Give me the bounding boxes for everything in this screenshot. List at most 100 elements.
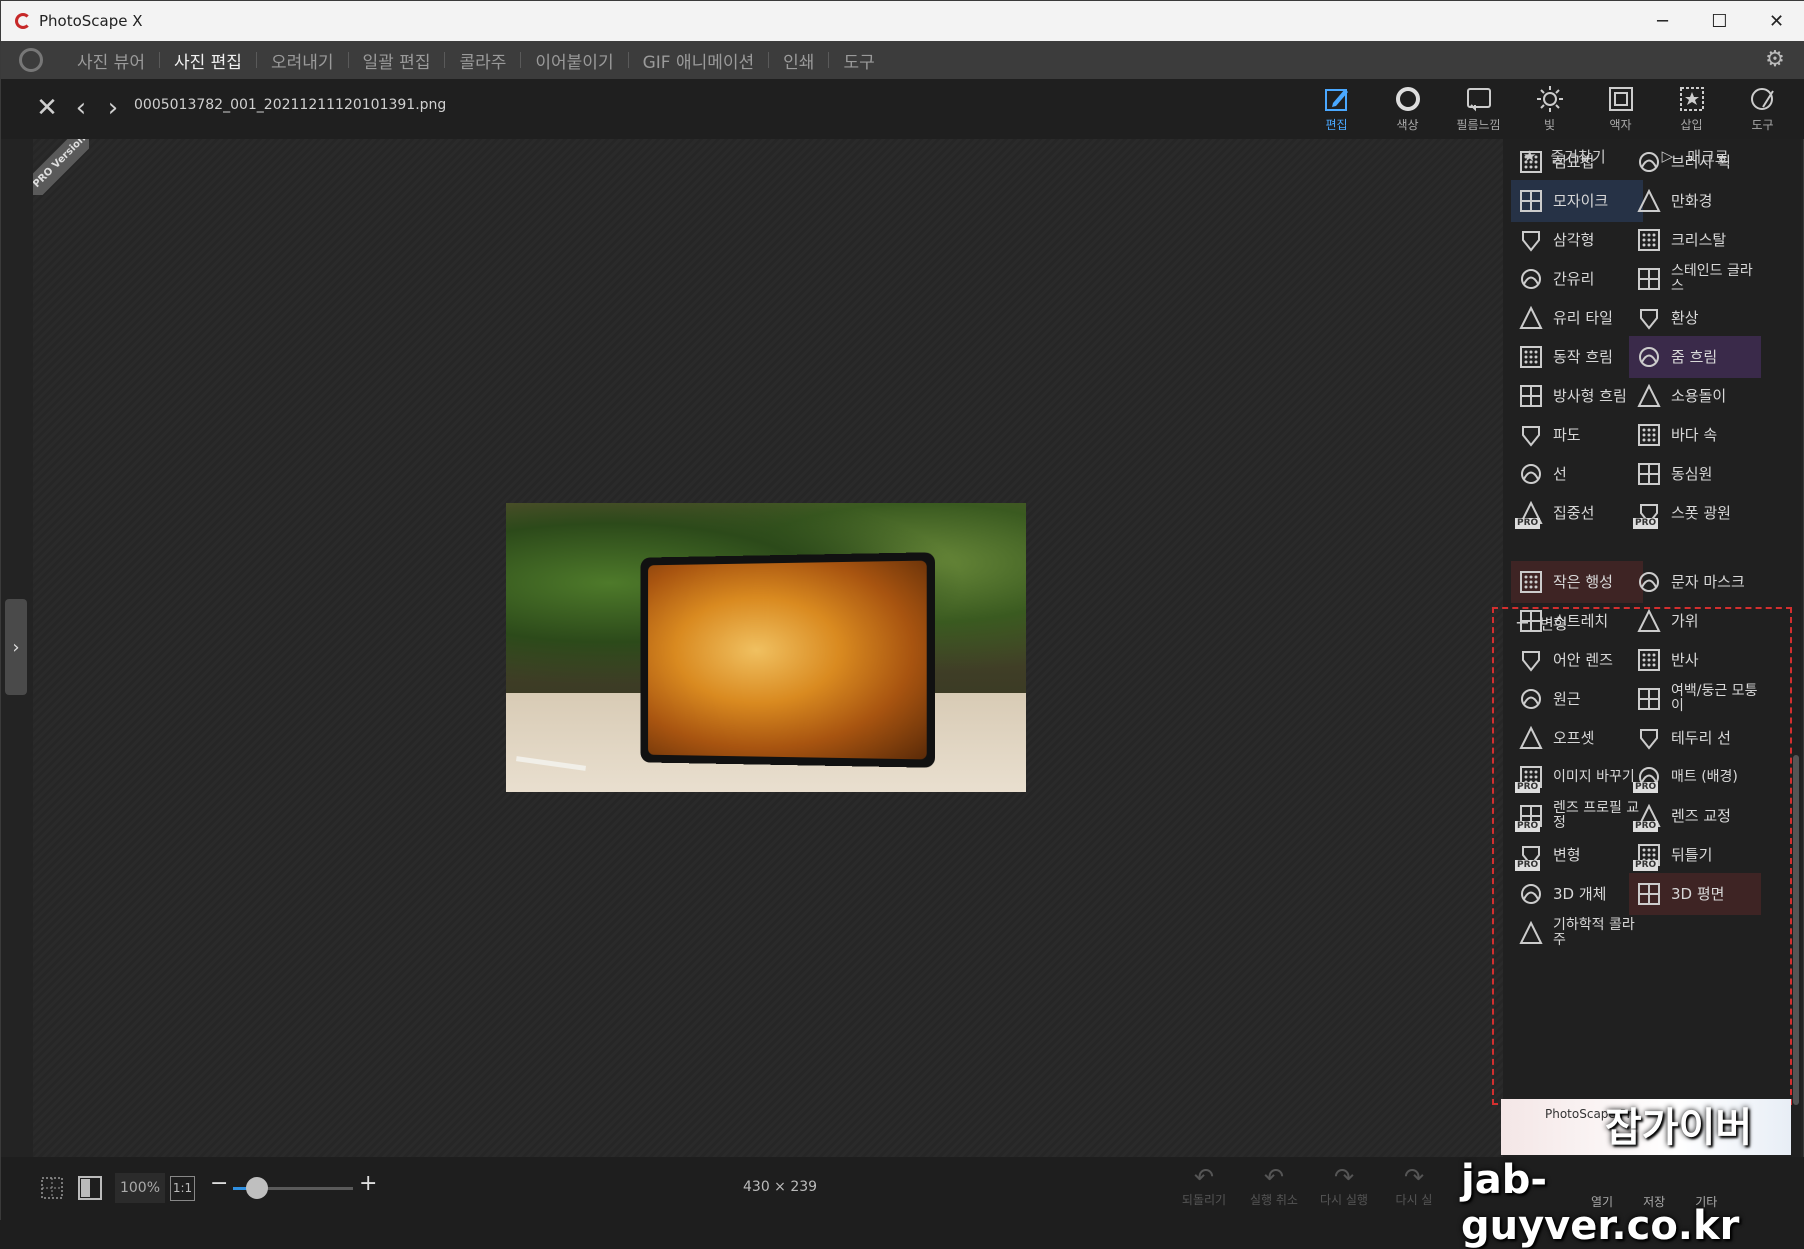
menu-print[interactable]: 인쇄 — [769, 48, 828, 73]
effect-item[interactable]: 모자이크 — [1511, 180, 1643, 222]
menu-cut-out[interactable]: 오려내기 — [257, 48, 348, 73]
color-circle-icon — [1393, 84, 1423, 114]
zoom-in-button[interactable]: + — [359, 1171, 377, 1196]
redo-icon: ↷ — [1333, 1163, 1355, 1191]
tab-color[interactable]: 색상 — [1372, 79, 1443, 139]
menu-tools[interactable]: 도구 — [829, 48, 888, 73]
zoom-out-button[interactable]: − — [210, 1171, 228, 1196]
menu-gif-animation[interactable]: GIF 애니메이션 — [629, 48, 769, 73]
tab-film[interactable]: 필름느낌 — [1443, 79, 1514, 139]
effect-item[interactable]: 삼각형 — [1511, 219, 1643, 261]
effect-label: 파도 — [1553, 425, 1581, 444]
effect-item[interactable]: PRO 집중선 — [1511, 492, 1643, 534]
effect-icon — [1519, 423, 1543, 447]
effect-item[interactable]: 동작 흐림 — [1511, 336, 1643, 378]
close-window-button[interactable]: ✕ — [1748, 1, 1804, 41]
tab-tools[interactable]: 도구 — [1727, 79, 1798, 139]
actual-size-button[interactable]: 1:1 — [170, 1176, 195, 1201]
effect-label: 모자이크 — [1553, 191, 1609, 210]
menu-batch[interactable]: 일괄 편집 — [349, 48, 445, 73]
revert-button[interactable]: ↶ 되돌리기 — [1169, 1163, 1239, 1208]
effect-item[interactable]: 간유리 — [1511, 258, 1643, 300]
history-actions: ↶ 되돌리기 ↶ 실행 취소 ↷ 다시 실행 ↷ 다시 실 — [1169, 1163, 1449, 1208]
effect-item[interactable]: 문자 마스크 — [1629, 561, 1761, 603]
panel-scrollbar[interactable] — [1793, 755, 1799, 1105]
app-logo-icon — [15, 13, 31, 29]
effect-item[interactable]: 방사형 흐림 — [1511, 375, 1643, 417]
effect-label: 동작 흐림 — [1553, 347, 1613, 366]
effect-icon — [1637, 267, 1661, 291]
pro-tag: PRO — [1633, 518, 1659, 529]
effect-label: 스폿 광원 — [1671, 503, 1731, 522]
undo-button[interactable]: ↶ 실행 취소 — [1239, 1163, 1309, 1208]
zoom-percent[interactable]: 100% — [115, 1173, 165, 1203]
pro-tag: PRO — [1515, 518, 1541, 529]
effect-label: 선 — [1553, 464, 1567, 483]
expand-sidebar-button[interactable]: › — [5, 599, 27, 695]
tool-tabs: 편집 색상 필름느낌 빛 액자 삽입 도구 — [1301, 79, 1798, 139]
effect-item[interactable]: 작은 행성 — [1511, 561, 1643, 603]
highlight-box — [1492, 607, 1792, 1105]
effect-item[interactable]: 스테인드 글라스 — [1629, 258, 1761, 300]
effect-item[interactable]: 선 — [1511, 453, 1643, 495]
effect-item[interactable]: PRO 스폿 광원 — [1629, 492, 1761, 534]
zoom-slider-thumb[interactable] — [246, 1177, 268, 1199]
menu-collage[interactable]: 콜라주 — [445, 48, 520, 73]
effect-label: 집중선 — [1553, 503, 1595, 522]
edited-photo[interactable] — [506, 503, 1026, 792]
effect-label: 동심원 — [1671, 464, 1713, 483]
effect-icon — [1519, 306, 1543, 330]
effect-icon: PRO — [1515, 501, 1543, 529]
redo-all-button[interactable]: ↷ 다시 실 — [1379, 1163, 1449, 1208]
pro-version-ribbon: PRO Version — [33, 139, 89, 195]
close-image-icon[interactable]: ✕ — [33, 94, 61, 122]
effect-icon — [1519, 345, 1543, 369]
home-logo-icon[interactable] — [19, 48, 43, 72]
settings-gear-icon[interactable]: ⚙ — [1763, 48, 1787, 72]
frame-icon — [1606, 84, 1636, 114]
previous-image-icon[interactable]: ‹ — [67, 94, 95, 122]
tab-edit[interactable]: 편집 — [1301, 79, 1372, 139]
effect-icon — [1519, 570, 1543, 594]
effect-label: 줌 흐림 — [1671, 347, 1718, 366]
film-icon — [1464, 84, 1494, 114]
app-window: PhotoScape X ─ ☐ ✕ 사진 뷰어 사진 편집 오려내기 일괄 편… — [0, 0, 1804, 1249]
effect-item[interactable]: 파도 — [1511, 414, 1643, 456]
tab-insert[interactable]: 삽입 — [1656, 79, 1727, 139]
file-name: 0005013782_001_20211211120101391.png — [134, 97, 447, 113]
effect-item[interactable]: 브러시 획 — [1629, 141, 1761, 183]
menu-photo-editor[interactable]: 사진 편집 — [160, 48, 256, 73]
effect-item[interactable]: 소용돌이 — [1629, 375, 1761, 417]
watermark-url: jab-guyver.co.kr — [1461, 1157, 1740, 1249]
next-image-icon[interactable]: › — [99, 94, 127, 122]
minimize-button[interactable]: ─ — [1634, 1, 1691, 41]
effect-item[interactable]: 점묘법 — [1511, 141, 1643, 183]
effect-label: 스테인드 글라스 — [1671, 263, 1753, 294]
effect-item[interactable]: 바다 속 — [1629, 414, 1761, 456]
effect-icon: PRO — [1633, 501, 1661, 529]
selection-grid-icon[interactable] — [39, 1175, 65, 1201]
menu-combine[interactable]: 이어붙이기 — [521, 48, 627, 73]
effect-icon — [1637, 570, 1661, 594]
zoom-slider[interactable] — [233, 1177, 353, 1199]
effect-label: 문자 마스크 — [1671, 572, 1745, 591]
effect-item[interactable]: 동심원 — [1629, 453, 1761, 495]
effect-item[interactable]: 유리 타일 — [1511, 297, 1643, 339]
tab-light[interactable]: 빛 — [1514, 79, 1585, 139]
maximize-button[interactable]: ☐ — [1691, 1, 1748, 41]
tools-icon — [1748, 84, 1778, 114]
effect-item[interactable]: 줌 흐림 — [1629, 336, 1761, 378]
effect-icon — [1519, 189, 1543, 213]
effect-item[interactable]: 환상 — [1629, 297, 1761, 339]
tab-frame[interactable]: 액자 — [1585, 79, 1656, 139]
compare-view-icon[interactable] — [77, 1175, 103, 1201]
effect-item[interactable]: 만화경 — [1629, 180, 1761, 222]
effect-item[interactable]: 크리스탈 — [1629, 219, 1761, 261]
effect-icon — [1637, 345, 1661, 369]
effect-icon — [1637, 228, 1661, 252]
redo-button[interactable]: ↷ 다시 실행 — [1309, 1163, 1379, 1208]
effect-icon — [1637, 150, 1661, 174]
effect-label: 환상 — [1671, 308, 1699, 327]
tab-label: 빛 — [1543, 118, 1556, 132]
menu-photo-viewer[interactable]: 사진 뷰어 — [63, 48, 159, 73]
